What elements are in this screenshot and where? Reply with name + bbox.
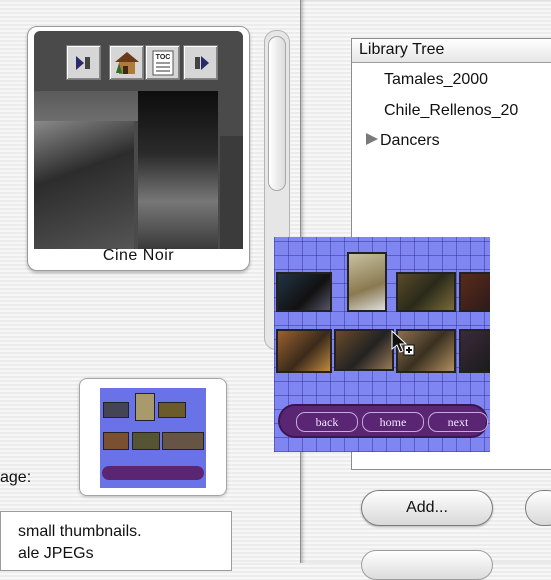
page-preview-thumbnail [100, 388, 206, 488]
theme-card[interactable]: TOC Cine Noir [27, 26, 250, 271]
description-line-2: ale JPEGs [18, 545, 94, 562]
left-arrow-icon [75, 55, 90, 70]
disclosure-triangle-icon[interactable] [364, 132, 380, 146]
previous-theme-button[interactable] [66, 45, 101, 80]
photo-wall [34, 91, 138, 121]
page-preview-card[interactable] [79, 378, 227, 496]
toc-icon-label: TOC [155, 54, 170, 61]
description-field[interactable]: small thumbnails. ale JPEGs [0, 511, 232, 571]
next-link[interactable]: next [428, 412, 488, 432]
description-line-1: small thumbnails. [18, 523, 142, 540]
toc-theme-button[interactable]: TOC [145, 45, 180, 80]
theme-name: Cine Noir [102, 247, 175, 264]
photo-group [34, 121, 134, 249]
bottom-button[interactable] [361, 550, 493, 580]
home-theme-button[interactable] [109, 45, 144, 80]
tree-item-dancers[interactable]: Dancers [364, 132, 440, 150]
thumbnail [459, 272, 490, 312]
house-icon [114, 51, 139, 74]
next-theme-button[interactable] [183, 45, 218, 80]
thumbnail [334, 329, 394, 371]
add-button[interactable]: Add... [361, 490, 493, 526]
tree-item-chile-rellenos[interactable]: Chile_Rellenos_20 [384, 102, 518, 120]
back-link[interactable]: back [296, 412, 358, 432]
page-label: age: [0, 469, 32, 486]
scroll-thumb[interactable] [268, 36, 286, 191]
theme-preview-image: TOC [34, 31, 243, 249]
thumbnail [396, 272, 456, 312]
right-arrow-icon [194, 55, 209, 70]
thumbnail [459, 329, 490, 373]
tree-item-dancers-label: Dancers [380, 132, 440, 149]
left-pane: TOC Cine Noir age: small thumbnails. ale… [0, 0, 300, 571]
photo-strip [220, 136, 243, 249]
tree-item-tamales[interactable]: Tamales_2000 [384, 71, 488, 89]
thumbnail [276, 329, 332, 373]
toc-icon: TOC [152, 50, 173, 75]
thumbnail [276, 272, 332, 312]
home-link[interactable]: home [362, 412, 424, 432]
thumbnail [347, 252, 387, 312]
drag-copy-cursor-icon [391, 330, 415, 356]
photo-dancer [138, 91, 218, 249]
library-tree-header: Library Tree [352, 39, 551, 63]
page-nav-bar: back home next [278, 404, 488, 438]
dragged-page-preview[interactable]: back home next [274, 237, 490, 452]
